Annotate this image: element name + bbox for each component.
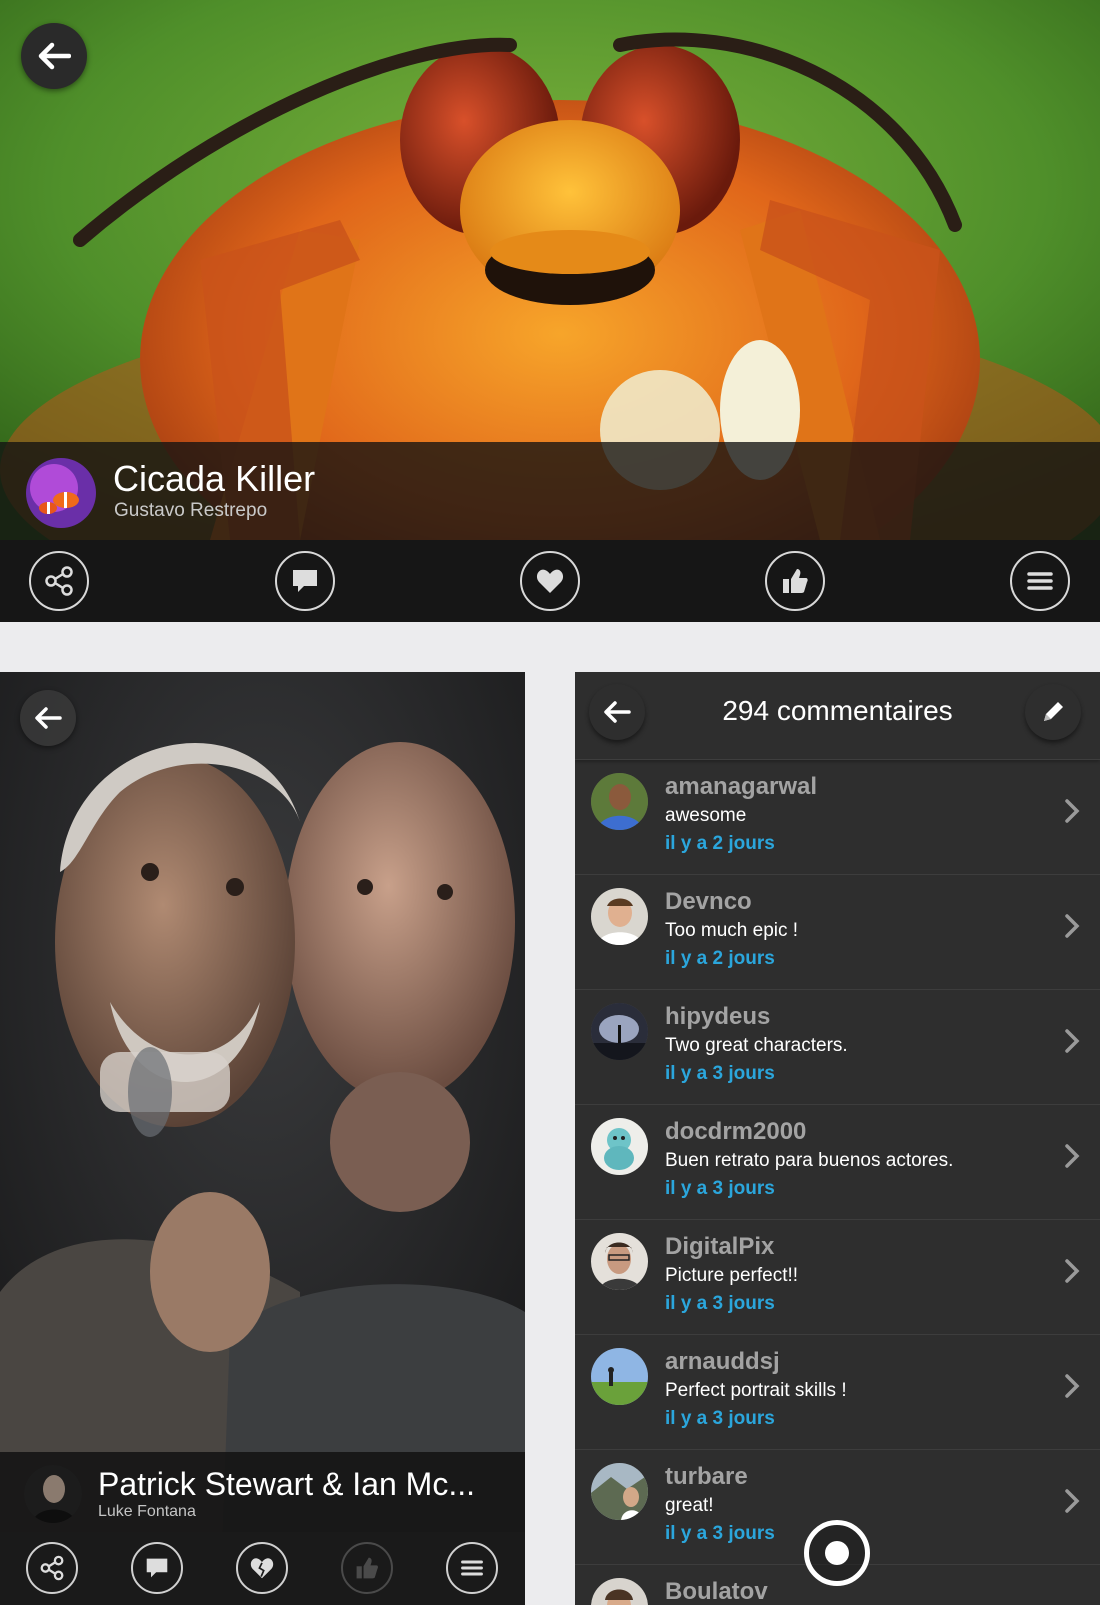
heart-icon bbox=[536, 569, 564, 593]
like-button[interactable] bbox=[765, 551, 825, 611]
share-button[interactable] bbox=[26, 1542, 78, 1594]
menu-icon bbox=[1027, 572, 1053, 590]
thumbs-up-icon bbox=[783, 569, 808, 593]
comment-item[interactable]: hipydeus Two great characters. il y a 3 … bbox=[575, 990, 1100, 1105]
chevron-right-icon bbox=[1065, 1489, 1080, 1513]
avatar[interactable] bbox=[591, 888, 648, 945]
photo-panel: Patrick Stewart & Ian Mc... Luke Fontana bbox=[0, 672, 525, 1605]
comment-icon bbox=[146, 1558, 168, 1578]
avatar[interactable] bbox=[24, 1465, 82, 1523]
share-icon bbox=[40, 1555, 64, 1581]
avatar[interactable] bbox=[591, 1348, 648, 1405]
comment-username[interactable]: hipydeus bbox=[665, 1003, 770, 1031]
photo-author[interactable]: Luke Fontana bbox=[98, 1503, 196, 1521]
avatar[interactable] bbox=[591, 1118, 648, 1175]
comment-text: Two great characters. bbox=[665, 1035, 848, 1056]
arrow-left-icon bbox=[35, 707, 62, 729]
comment-time: il y a 2 jours bbox=[665, 833, 775, 854]
comments-header: 294 commentaires bbox=[575, 672, 1100, 760]
avatar[interactable] bbox=[591, 1233, 648, 1290]
chevron-right-icon bbox=[1065, 799, 1080, 823]
comment-text: awesome bbox=[665, 805, 747, 826]
comment-username[interactable]: turbare bbox=[665, 1463, 748, 1491]
menu-icon bbox=[461, 1560, 483, 1576]
comment-time: il y a 2 jours bbox=[665, 948, 775, 969]
comment-username[interactable]: amanagarwal bbox=[665, 773, 817, 801]
comment-button[interactable] bbox=[275, 551, 335, 611]
comment-username[interactable]: arnauddsj bbox=[665, 1348, 780, 1376]
photo-caption: Cicada Killer Gustavo Restrepo bbox=[0, 442, 1100, 540]
comment-list: amanagarwal awesome il y a 2 jours Devnc… bbox=[575, 760, 1100, 1605]
like-button[interactable] bbox=[341, 1542, 393, 1594]
photo-title: Patrick Stewart & Ian Mc... bbox=[98, 1466, 475, 1502]
comment-count: 294 commentaires bbox=[722, 695, 953, 726]
comment-text: Buen retrato para buenos actores. bbox=[665, 1150, 954, 1171]
comment-time: il y a 3 jours bbox=[665, 1178, 775, 1199]
record-button[interactable] bbox=[804, 1520, 870, 1586]
comment-text: great! bbox=[665, 1495, 714, 1516]
favorite-button[interactable] bbox=[520, 551, 580, 611]
comment-text: Picture perfect!! bbox=[665, 1265, 799, 1286]
comments-panel: 294 commentaires amanagarwal awesome il … bbox=[575, 672, 1100, 1605]
comment-time: il y a 3 jours bbox=[665, 1523, 775, 1544]
arrow-left-icon bbox=[38, 42, 71, 70]
chevron-right-icon bbox=[1065, 1144, 1080, 1168]
comment-item[interactable]: arnauddsj Perfect portrait skills ! il y… bbox=[575, 1335, 1100, 1450]
action-bar bbox=[0, 540, 1100, 622]
share-icon bbox=[45, 566, 73, 596]
comment-time: il y a 3 jours bbox=[665, 1293, 775, 1314]
comment-button[interactable] bbox=[131, 1542, 183, 1594]
comment-time: il y a 3 jours bbox=[665, 1063, 775, 1084]
avatar[interactable] bbox=[591, 1003, 648, 1060]
menu-button[interactable] bbox=[1010, 551, 1070, 611]
comment-item[interactable]: DigitalPix Picture perfect!! il y a 3 jo… bbox=[575, 1220, 1100, 1335]
action-bar bbox=[0, 1532, 525, 1605]
comment-item[interactable]: Devnco Too much epic ! il y a 2 jours bbox=[575, 875, 1100, 990]
thumbs-up-icon bbox=[356, 1557, 378, 1579]
comment-text: Too much epic ! bbox=[665, 920, 799, 941]
menu-button[interactable] bbox=[446, 1542, 498, 1594]
comment-time: il y a 3 jours bbox=[665, 1408, 775, 1429]
chevron-right-icon bbox=[1065, 914, 1080, 938]
record-dot-icon bbox=[825, 1541, 849, 1565]
back-button[interactable] bbox=[21, 23, 87, 89]
comment-icon bbox=[293, 570, 317, 592]
avatar[interactable] bbox=[26, 458, 96, 528]
comment-username[interactable]: docdrm2000 bbox=[665, 1118, 806, 1146]
photo-author[interactable]: Gustavo Restrepo bbox=[114, 500, 267, 522]
chevron-right-icon bbox=[1065, 1374, 1080, 1398]
comment-username[interactable]: DigitalPix bbox=[665, 1233, 774, 1261]
comment-text: Perfect portrait skills ! bbox=[665, 1380, 847, 1401]
avatar[interactable] bbox=[591, 773, 648, 830]
pencil-icon bbox=[1044, 702, 1063, 721]
write-comment-button[interactable] bbox=[1025, 684, 1081, 740]
comment-item[interactable]: docdrm2000 Buen retrato para buenos acto… bbox=[575, 1105, 1100, 1220]
photo-title: Cicada Killer bbox=[113, 458, 316, 499]
favorite-button[interactable] bbox=[236, 1542, 288, 1594]
comment-username[interactable]: Devnco bbox=[665, 888, 752, 916]
photo-caption: Patrick Stewart & Ian Mc... Luke Fontana bbox=[0, 1452, 525, 1532]
back-button[interactable] bbox=[20, 690, 76, 746]
share-button[interactable] bbox=[29, 551, 89, 611]
hero-panel: Cicada Killer Gustavo Restrepo bbox=[0, 0, 1100, 622]
avatar[interactable] bbox=[591, 1578, 648, 1605]
broken-heart-icon bbox=[250, 1558, 274, 1579]
comment-username[interactable]: Boulatov bbox=[665, 1578, 768, 1605]
comment-item[interactable]: amanagarwal awesome il y a 2 jours bbox=[575, 760, 1100, 875]
chevron-right-icon bbox=[1065, 1259, 1080, 1283]
chevron-right-icon bbox=[1065, 1029, 1080, 1053]
avatar[interactable] bbox=[591, 1463, 648, 1520]
